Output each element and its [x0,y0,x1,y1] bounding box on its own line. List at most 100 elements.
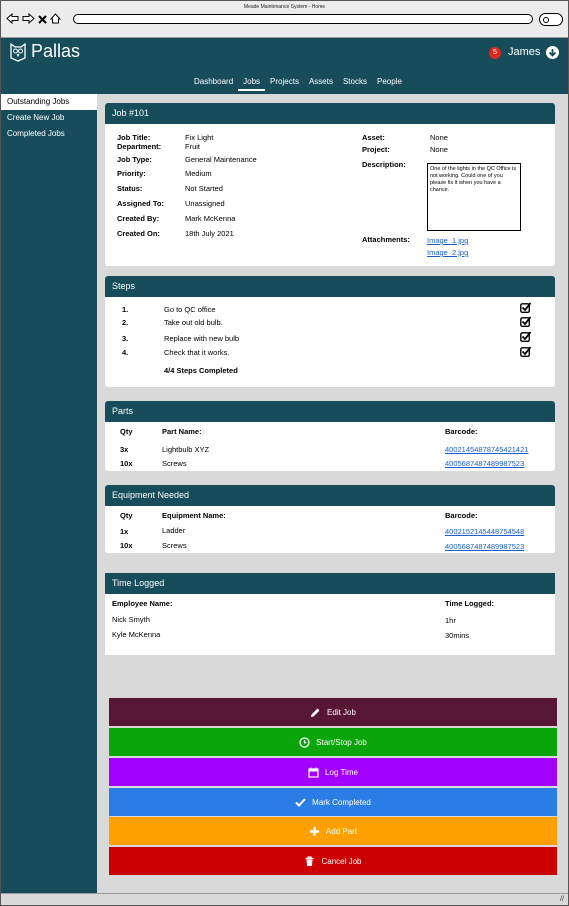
step-text: Replace with new bulb [164,334,240,343]
calendar-icon [308,767,319,778]
column-header-barcode: Barcode: [445,511,478,520]
asset-value: None [430,133,448,142]
back-arrow-icon[interactable] [6,12,19,26]
tab-bar: Dashboard Jobs Projects Assets Stocks Pe… [189,77,407,91]
column-header-equipment-name: Equipment Name: [162,511,226,520]
resize-grip-icon[interactable]: // [560,896,564,903]
tab-dashboard[interactable]: Dashboard [189,77,238,91]
priority-value: Medium [185,169,212,178]
barcode-link[interactable]: 4002145487874542142​1 [445,445,528,454]
status-value: Not Started [185,184,223,193]
tab-people[interactable]: People [372,77,407,91]
equipment-qty: 10x [120,541,133,550]
part-qty: 10x [120,459,133,468]
top-nav: Dashboard Jobs Projects Assets Stocks Pe… [97,67,568,94]
add-part-button[interactable]: Add Part [109,817,557,845]
job-title-label: Job Title: [117,133,151,142]
checkmark-icon [295,797,306,807]
browser-chrome: Meade Maintenance System - Home [1,1,568,38]
user-menu-chevron-icon[interactable] [546,46,559,59]
created-by-label: Created By: [117,214,160,223]
tab-jobs[interactable]: Jobs [238,77,266,91]
project-label: Project: [362,145,390,154]
step-number: 2. [122,318,129,327]
created-on-value: 18th July 2021 [185,229,234,238]
part-qty: 3x [120,445,129,454]
mark-completed-button[interactable]: Mark Completed [109,788,557,816]
checked-checkbox-icon[interactable] [520,316,531,327]
barcode-link[interactable]: 4005687487489987523 [445,459,524,468]
step-number: 1. [122,305,129,314]
attachment-link[interactable]: Image_2.jpg [427,248,468,257]
parts-card: Parts Qty Part Name: Barcode: 3x Lightbu… [105,401,555,471]
browser-window: Meade Maintenance System - Home Pallas 5… [0,0,569,906]
edit-job-button[interactable]: Edit Job [109,698,557,726]
part-name: Lightbulb XYZ [162,445,210,454]
job-title-value: Fix Light [185,133,214,142]
checked-checkbox-icon[interactable] [520,331,531,342]
cancel-job-label: Cancel Job [321,856,362,866]
status-bar: // [1,893,568,905]
assigned-value: Unassigned [185,199,225,208]
created-on-label: Created On: [117,229,160,238]
window-title: Meade Maintenance System - Home [243,4,326,10]
attachment-link[interactable]: Image_1.jpg [427,236,468,245]
notification-badge[interactable]: 5 [489,47,501,59]
column-header-employee: Employee Name: [112,599,173,608]
part-name: Screws [162,459,187,468]
brand-name: Pallas [31,41,81,61]
steps-summary: 4/4 Steps Completed [164,366,238,375]
tab-assets[interactable]: Assets [304,77,338,91]
equipment-name: Screws [162,541,187,550]
employee-name: Nick Smyth [112,615,150,624]
sidebar-item-create-new-job[interactable]: Create New Job [1,110,97,126]
assigned-label: Assigned To: [117,199,164,208]
time-logged-heading: Time Logged [105,573,555,594]
steps-card: Steps 1. Go to QC office 2. Take out old… [105,276,555,387]
column-header-qty: Qty [120,427,133,436]
equipment-heading: Equipment Needed [105,485,555,506]
address-bar[interactable] [73,14,533,24]
equipment-name: Ladder [162,526,186,535]
user-name[interactable]: James [508,46,540,58]
log-time-label: Log Time [325,767,358,777]
add-part-label: Add Part [325,826,358,836]
status-label: Status: [117,184,143,193]
log-time-button[interactable]: Log Time [109,758,557,786]
step-text: Go to QC office [164,305,216,314]
step-number: 3. [122,334,129,343]
plus-icon [309,826,319,836]
parts-heading: Parts [105,401,555,422]
checked-checkbox-icon[interactable] [520,346,531,357]
description-label: Description: [362,160,406,169]
cancel-job-button[interactable]: Cancel Job [109,847,557,875]
barcode-link[interactable]: 4005687487489987523 [445,542,524,551]
tab-projects[interactable]: Projects [265,77,304,91]
time-value: 1hr [445,616,456,625]
start-stop-job-button[interactable]: Start/Stop Job [109,728,557,756]
priority-label: Priority: [117,169,146,178]
step-number: 4. [122,348,129,357]
sidebar: Outstanding Jobs Create New Job Complete… [1,67,97,893]
home-icon[interactable] [49,13,62,26]
job-type-label: Job Type: [117,155,152,164]
forward-arrow-icon[interactable] [22,12,35,26]
time-value: 30mins [445,631,470,640]
clock-icon [299,736,310,748]
edit-job-label: Edit Job [327,707,356,717]
description-box: One of the lights in the QC Office is no… [427,163,521,231]
barcode-link[interactable]: 4002152145448754548 [445,527,524,536]
department-label: Department: [117,142,162,151]
department-value: Fruit [185,142,200,151]
sidebar-item-outstanding-jobs[interactable]: Outstanding Jobs [1,94,97,110]
tab-stocks[interactable]: Stocks [338,77,372,91]
column-header-qty: Qty [120,511,133,520]
search-icon [543,17,549,23]
trash-icon [305,855,314,866]
search-button[interactable] [539,13,563,26]
app-header: Pallas 5 James [1,38,568,67]
checked-checkbox-icon[interactable] [520,302,531,313]
close-icon[interactable] [38,14,47,26]
sidebar-item-completed-jobs[interactable]: Completed Jobs [1,126,97,142]
attachments-label: Attachments: [362,235,410,244]
